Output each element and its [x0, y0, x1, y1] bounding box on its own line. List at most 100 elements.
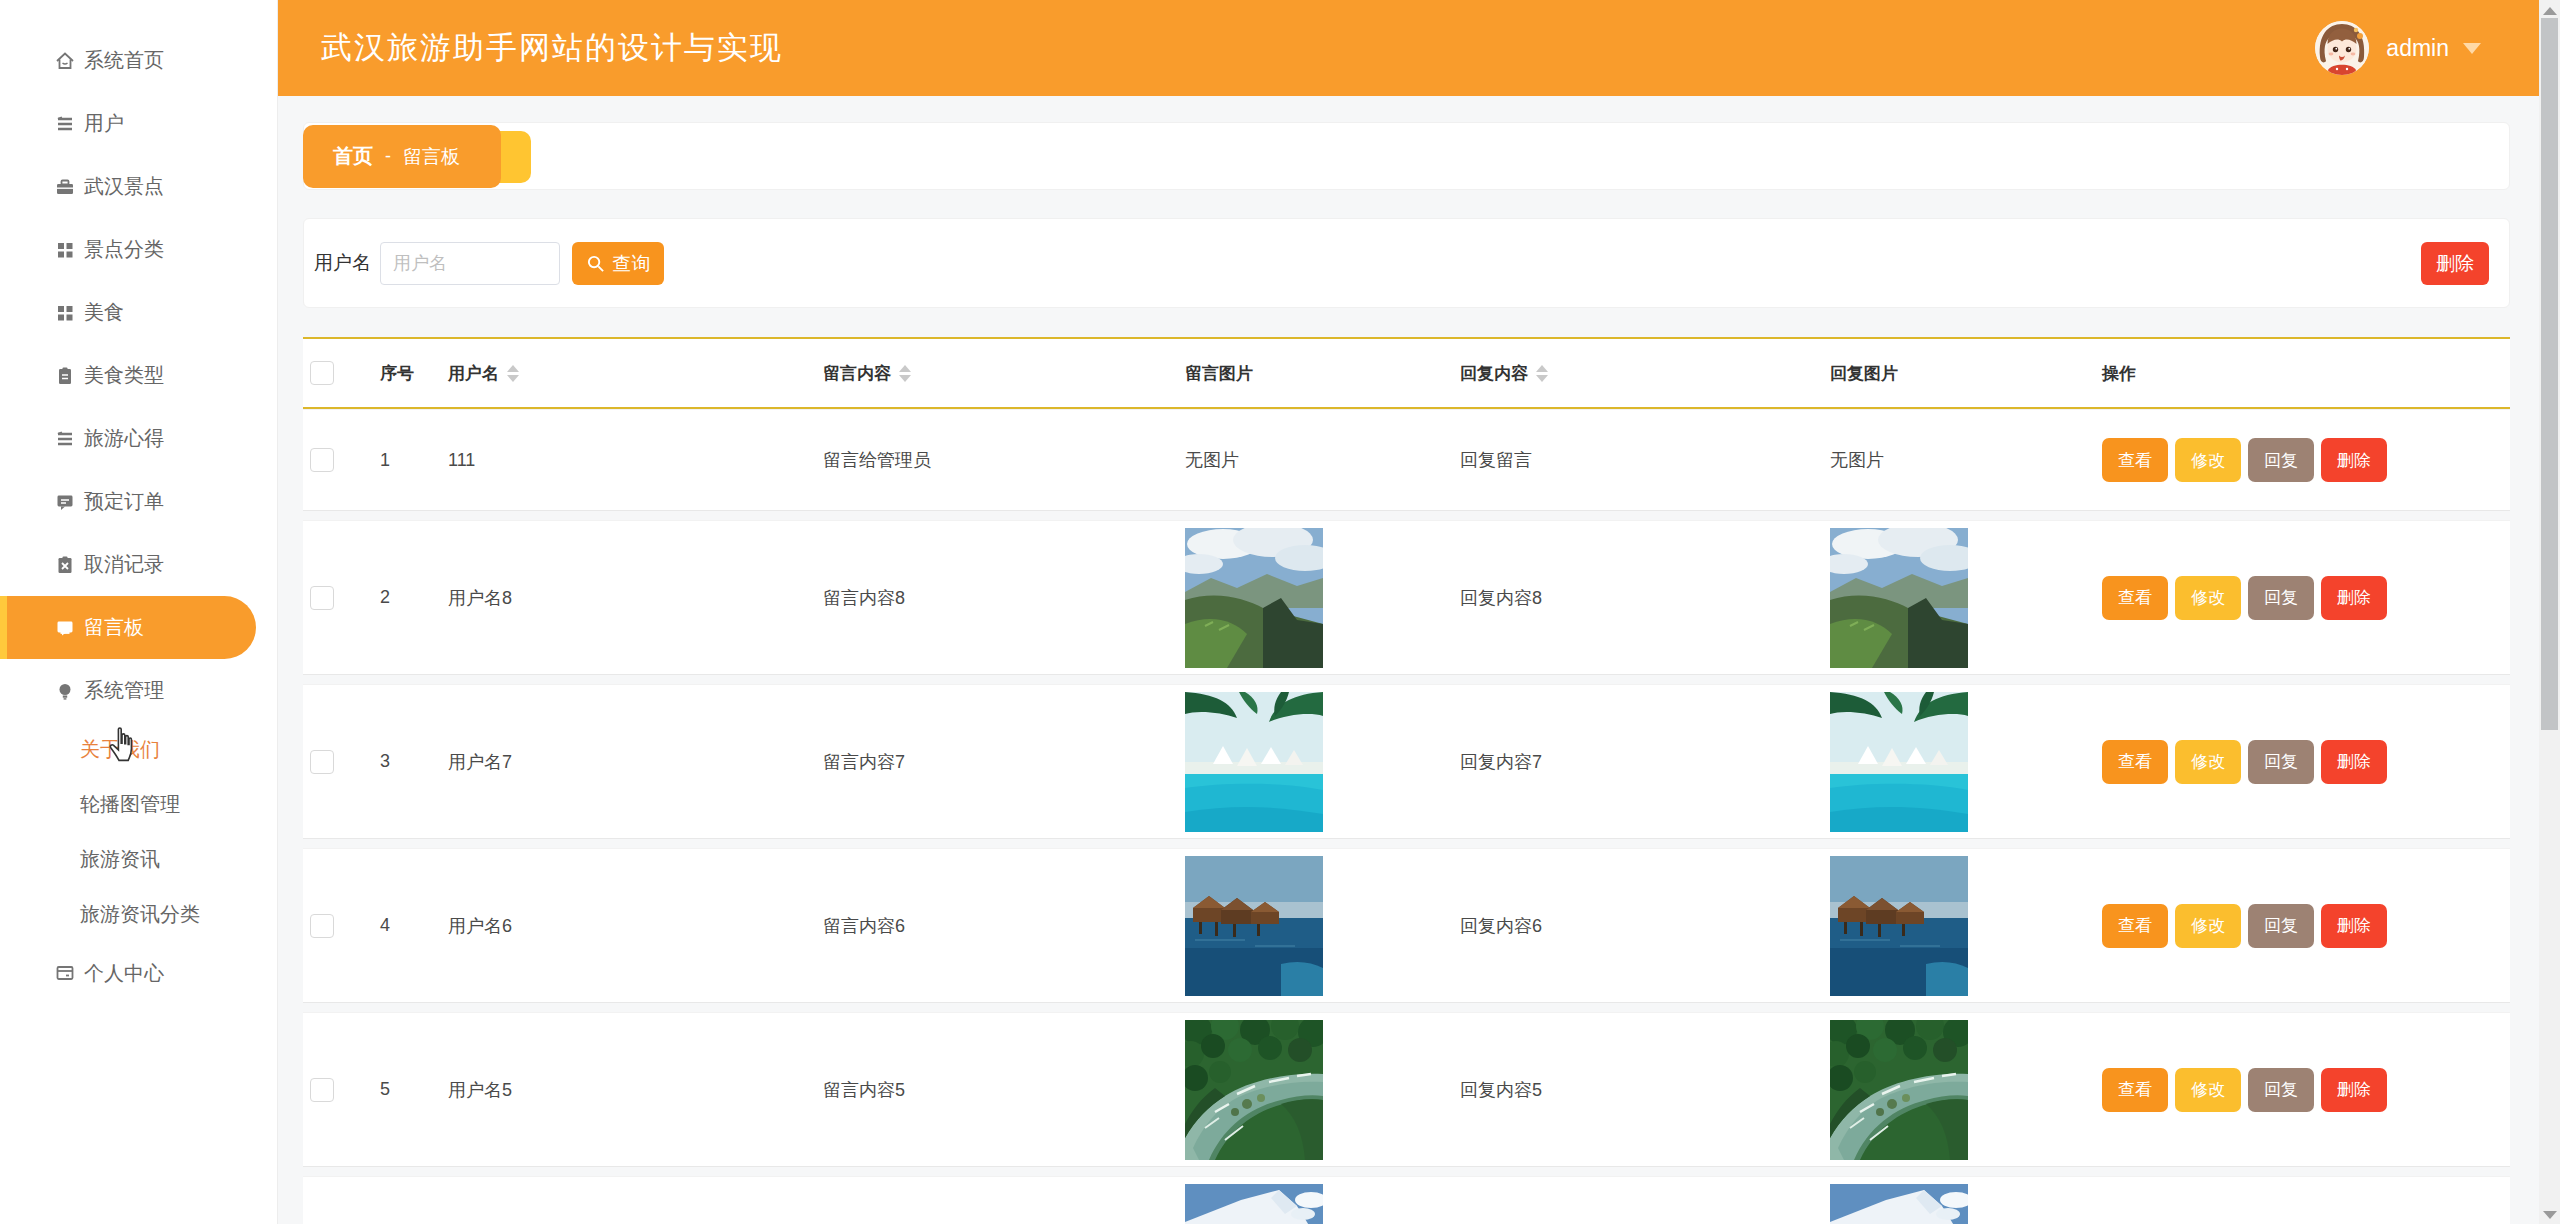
table-row: 4用户名6留言内容6回复内容6查看修改回复删除 — [303, 848, 2510, 1003]
search-label: 用户名 — [314, 219, 371, 307]
row-checkbox[interactable] — [310, 448, 334, 472]
delete-row-button[interactable]: 删除 — [2321, 438, 2387, 482]
page-title: 武汉旅游助手网站的设计与实现 — [321, 0, 783, 96]
table-row: 3用户名7留言内容7回复内容7查看修改回复删除 — [303, 684, 2510, 839]
view-button[interactable]: 查看 — [2102, 438, 2168, 482]
delete-row-button[interactable]: 删除 — [2321, 576, 2387, 620]
select-all-checkbox[interactable] — [310, 361, 334, 385]
sidebar-item[interactable]: 系统首页 — [0, 29, 277, 92]
reply-image — [1823, 692, 2095, 832]
message-image — [1178, 528, 1453, 668]
query-button[interactable]: 查询 — [572, 242, 664, 285]
avatar[interactable] — [2315, 21, 2369, 75]
view-button[interactable]: 查看 — [2102, 904, 2168, 948]
sidebar-subitem[interactable]: 旅游资讯 — [0, 832, 277, 887]
scroll-down-arrow[interactable] — [2543, 1211, 2557, 1219]
sidebar-item[interactable]: 武汉景点 — [0, 155, 277, 218]
grid-icon — [54, 302, 76, 324]
sidebar-item[interactable]: 美食类型 — [0, 344, 277, 407]
reply-image — [1823, 856, 2095, 996]
row-checkbox[interactable] — [310, 914, 334, 938]
edit-button[interactable]: 修改 — [2175, 438, 2241, 482]
user-menu[interactable]: admin — [2315, 0, 2481, 96]
delete-row-button[interactable]: 删除 — [2321, 1068, 2387, 1112]
sort-icon[interactable] — [1536, 365, 1548, 382]
sidebar-subitem[interactable]: 旅游资讯分类 — [0, 887, 277, 942]
delete-button[interactable]: 删除 — [2421, 242, 2489, 285]
sidebar-item[interactable]: 取消记录 — [0, 533, 277, 596]
reply-image — [1823, 1020, 2095, 1160]
message-image — [1178, 1184, 1453, 1224]
scroll-up-arrow[interactable] — [2543, 7, 2557, 15]
sidebar-subitem[interactable]: 轮播图管理 — [0, 777, 277, 832]
view-button[interactable]: 查看 — [2102, 1068, 2168, 1112]
sidebar-item[interactable]: 用户 — [0, 92, 277, 155]
scrollbar[interactable] — [2539, 0, 2560, 1224]
topbar: 武汉旅游助手网站的设计与实现 admin — [277, 0, 2539, 96]
sidebar-item[interactable]: 预定订单 — [0, 470, 277, 533]
message-image — [1178, 1020, 1453, 1160]
edit-button[interactable]: 修改 — [2175, 904, 2241, 948]
reply-button[interactable]: 回复 — [2248, 576, 2314, 620]
username-label: admin — [2386, 35, 2449, 62]
search-input[interactable] — [380, 242, 560, 285]
breadcrumb: 首页 - 留言板 — [303, 125, 501, 188]
edit-button[interactable]: 修改 — [2175, 1068, 2241, 1112]
grid-icon — [54, 239, 76, 261]
clipx-icon — [54, 554, 76, 576]
edit-button[interactable]: 修改 — [2175, 740, 2241, 784]
sidebar-item[interactable]: 美食 — [0, 281, 277, 344]
table-row: 2用户名8留言内容8回复内容8查看修改回复删除 — [303, 520, 2510, 675]
chevron-down-icon — [2463, 43, 2481, 54]
breadcrumb-current[interactable]: 留言板 — [403, 144, 460, 170]
chat-icon — [54, 491, 76, 513]
sidebar-item[interactable]: 旅游心得 — [0, 407, 277, 470]
bulb-icon — [54, 680, 76, 702]
table-body: 1111留言给管理员无图片回复留言无图片查看修改回复删除2用户名8留言内容8回复… — [303, 409, 2510, 1224]
message-image: 无图片 — [1178, 448, 1453, 472]
row-checkbox[interactable] — [310, 586, 334, 610]
delete-row-button[interactable]: 删除 — [2321, 740, 2387, 784]
list-icon — [54, 428, 76, 450]
message-table: 序号用户名留言内容留言图片回复内容回复图片操作 1111留言给管理员无图片回复留… — [303, 337, 2510, 1224]
breadcrumb-home[interactable]: 首页 — [333, 143, 373, 170]
reply-button[interactable]: 回复 — [2248, 438, 2314, 482]
row-checkbox[interactable] — [310, 750, 334, 774]
message-image — [1178, 692, 1453, 832]
row-checkbox[interactable] — [310, 1078, 334, 1102]
table-row — [303, 1176, 2510, 1224]
card-icon — [54, 962, 76, 984]
home-icon — [54, 50, 76, 72]
msg-icon — [54, 617, 76, 639]
sidebar-item[interactable]: 景点分类 — [0, 218, 277, 281]
table-row: 1111留言给管理员无图片回复留言无图片查看修改回复删除 — [303, 409, 2510, 511]
sidebar-item[interactable]: 个人中心 — [0, 942, 277, 1004]
reply-button[interactable]: 回复 — [2248, 904, 2314, 948]
reply-image — [1823, 1184, 2095, 1224]
search-icon — [586, 254, 605, 273]
search-panel: 用户名 查询 删除 — [303, 218, 2510, 308]
case-icon — [54, 176, 76, 198]
scrollbar-thumb[interactable] — [2541, 18, 2558, 730]
sidebar-item[interactable]: 系统管理 — [0, 659, 277, 722]
clip-icon — [54, 365, 76, 387]
table-header: 序号用户名留言内容留言图片回复内容回复图片操作 — [303, 337, 2510, 409]
reply-image: 无图片 — [1823, 448, 2095, 472]
edit-button[interactable]: 修改 — [2175, 576, 2241, 620]
reply-button[interactable]: 回复 — [2248, 740, 2314, 784]
reply-button[interactable]: 回复 — [2248, 1068, 2314, 1112]
breadcrumb-separator: - — [385, 146, 391, 167]
delete-row-button[interactable]: 删除 — [2321, 904, 2387, 948]
reply-image — [1823, 528, 2095, 668]
view-button[interactable]: 查看 — [2102, 576, 2168, 620]
content-area: 首页 - 留言板 用户名 查询 删除 序号用户名留言内容留言图片回复内容回复图片… — [278, 96, 2539, 1224]
sort-icon[interactable] — [899, 365, 911, 382]
view-button[interactable]: 查看 — [2102, 740, 2168, 784]
sort-icon[interactable] — [507, 365, 519, 382]
list-icon — [54, 113, 76, 135]
breadcrumb-bar: 首页 - 留言板 — [303, 122, 2510, 190]
table-row: 5用户名5留言内容5回复内容5查看修改回复删除 — [303, 1012, 2510, 1167]
sidebar-nav: 系统首页用户武汉景点景点分类美食美食类型旅游心得预定订单取消记录留言板系统管理关… — [0, 29, 277, 1004]
sidebar-subitem[interactable]: 关于我们 — [0, 722, 277, 777]
sidebar-item[interactable]: 留言板 — [0, 596, 256, 659]
